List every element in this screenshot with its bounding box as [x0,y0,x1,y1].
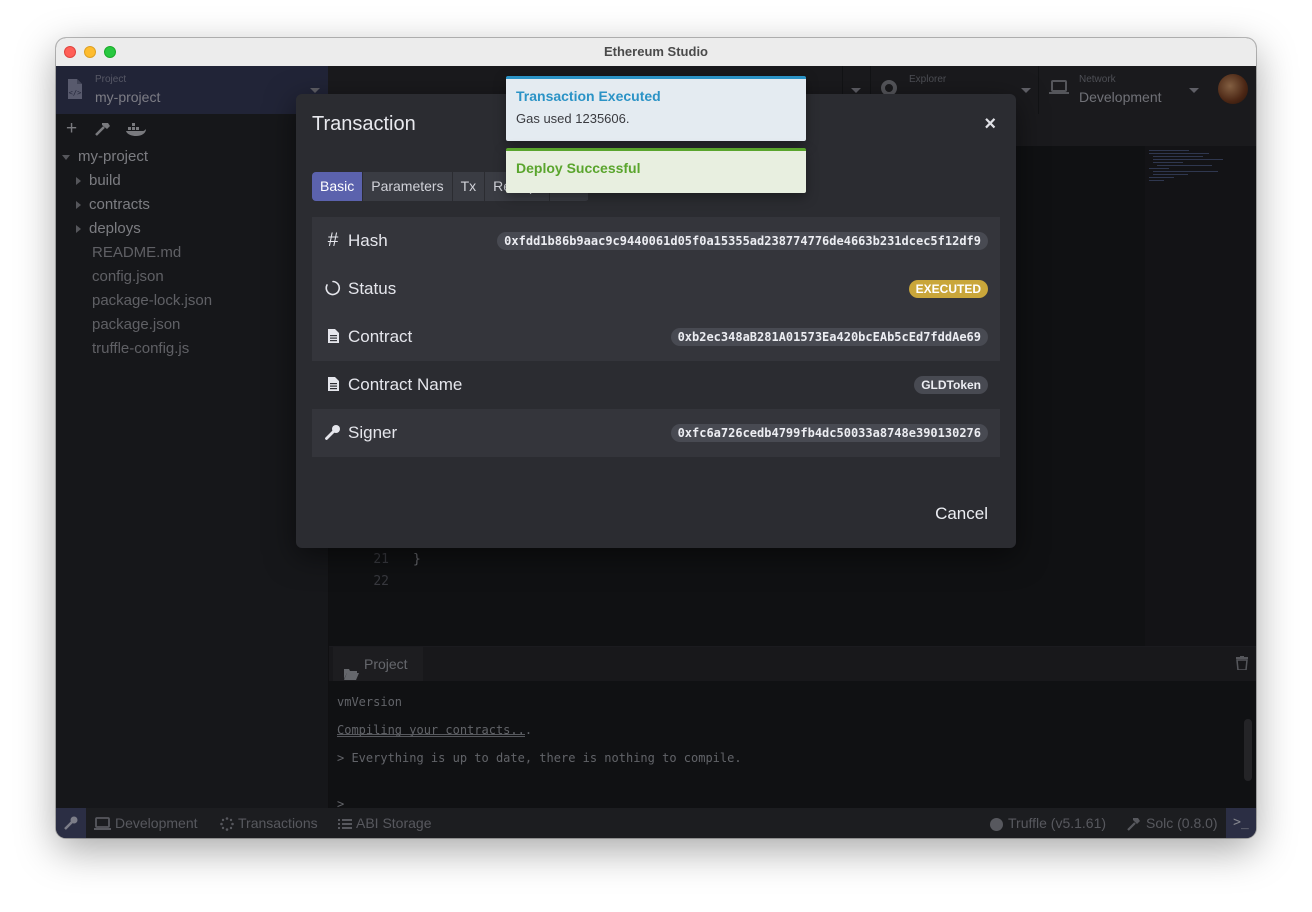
signer-address[interactable]: 0xfc6a726cedb4799fb4dc50033a8748e3901302… [670,424,988,442]
file-text-icon [324,328,342,346]
row-label: Hash [348,231,388,250]
row-label: Contract [348,327,413,346]
row-contract-name: Contract Name GLDToken [312,361,1000,409]
toast-body: Gas used 1235606. [516,111,630,126]
file-text-icon [324,376,342,394]
toast-deploy-successful[interactable]: Deploy Successful [506,148,806,193]
title-bar: Ethereum Studio [56,38,1256,67]
contract-name-value: GLDToken [914,376,988,394]
row-label: Contract Name [348,375,463,394]
app-window: Ethereum Studio </> Project my-project E… [56,38,1256,838]
tab-parameters[interactable]: Parameters [363,172,453,201]
contract-address[interactable]: 0xb2ec348aB281A01573Ea420bcEAb5cEd7fddAe… [670,328,988,346]
row-status: Status EXECUTED [312,265,1000,313]
status-badge: EXECUTED [908,280,988,298]
tab-basic[interactable]: Basic [312,172,364,201]
row-signer: Signer 0xfc6a726cedb4799fb4dc50033a8748e… [312,409,1000,457]
hash-icon: # [327,230,339,251]
row-label: Status [348,279,397,298]
row-hash: # Hash 0xfdd1b86b9aac9c9440061d05f0a1535… [312,217,1000,265]
window-title: Ethereum Studio [603,44,708,59]
close-icon[interactable]: × [984,112,996,136]
row-contract: Contract 0xb2ec348aB281A01573Ea420bcEAb5… [312,313,1000,361]
toast-title: Deploy Successful [516,160,641,176]
row-label: Signer [348,423,398,442]
toast-transaction-executed[interactable]: Transaction Executed Gas used 1235606. [506,76,806,141]
hash-value[interactable]: 0xfdd1b86b9aac9c9440061d05f0a15355ad2387… [497,232,988,250]
key-icon [324,424,342,442]
toast-title: Transaction Executed [516,88,661,104]
modal-title: Transaction [312,113,416,135]
cancel-button[interactable]: Cancel [935,504,988,524]
spinner-icon [324,280,342,298]
tab-tx[interactable]: Tx [453,172,486,201]
